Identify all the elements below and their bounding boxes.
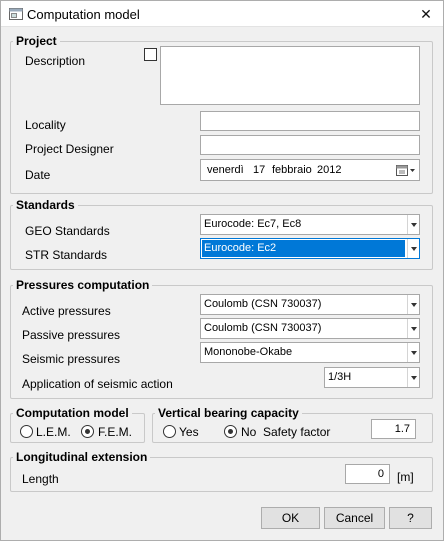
window-title: Computation model [27, 7, 140, 22]
str-standards-value: Eurocode: Ec2 [202, 240, 405, 257]
cancel-button[interactable]: Cancel [324, 507, 385, 529]
length-field[interactable]: 0 [345, 464, 390, 484]
str-standards-label: STR Standards [25, 248, 108, 262]
chevron-down-icon[interactable] [407, 295, 419, 314]
chevron-down-icon[interactable] [407, 215, 419, 234]
computation-model-legend: Computation model [16, 406, 129, 420]
calendar-icon[interactable] [396, 164, 416, 177]
length-label: Length [22, 472, 59, 486]
active-pressures-select[interactable]: Coulomb (CSN 730037) [200, 294, 420, 315]
description-label: Description [25, 54, 86, 68]
lem-radio[interactable] [20, 425, 33, 438]
seismic-application-label: Application of seismic action [22, 377, 173, 391]
seismic-pressures-select[interactable]: Mononobe-Okabe [200, 342, 420, 363]
seismic-pressures-value: Mononobe-Okabe [204, 346, 293, 358]
geo-standards-select[interactable]: Eurocode: Ec7, Ec8 [200, 214, 420, 235]
chevron-down-icon[interactable] [407, 239, 419, 258]
chevron-down-icon[interactable] [407, 343, 419, 362]
geo-standards-value: Eurocode: Ec7, Ec8 [204, 218, 302, 230]
description-field[interactable] [160, 46, 420, 105]
computation-model-dialog: Computation model ✕ Project Description … [0, 0, 444, 541]
seismic-application-select[interactable]: 1/3H [324, 367, 420, 388]
bearing-no-radio[interactable] [224, 425, 237, 438]
project-designer-field[interactable] [200, 135, 420, 155]
bearing-yes-label[interactable]: Yes [179, 425, 199, 439]
bearing-no-label[interactable]: No [241, 425, 256, 439]
lem-label[interactable]: L.E.M. [36, 425, 71, 439]
standards-legend: Standards [16, 198, 75, 212]
locality-field[interactable] [200, 111, 420, 131]
geo-standards-label: GEO Standards [25, 224, 110, 238]
description-checkbox[interactable] [144, 48, 157, 61]
chevron-down-icon[interactable] [407, 319, 419, 338]
seismic-application-value: 1/3H [328, 371, 352, 383]
date-weekday[interactable]: venerdì [207, 164, 244, 176]
close-button[interactable]: ✕ [409, 1, 443, 27]
active-pressures-value: Coulomb (CSN 730037) [204, 298, 322, 310]
date-month[interactable]: febbraio [272, 164, 312, 176]
passive-pressures-label: Passive pressures [22, 328, 121, 342]
str-standards-select[interactable]: Eurocode: Ec2 [200, 238, 420, 259]
project-designer-label: Project Designer [25, 142, 114, 156]
date-year[interactable]: 2012 [317, 164, 341, 176]
bearing-yes-radio[interactable] [163, 425, 176, 438]
fem-label[interactable]: F.E.M. [98, 425, 132, 439]
seismic-pressures-label: Seismic pressures [22, 352, 121, 366]
passive-pressures-value: Coulomb (CSN 730037) [204, 322, 322, 334]
active-pressures-label: Active pressures [22, 304, 111, 318]
date-label: Date [25, 168, 51, 182]
safety-factor-label: Safety factor [263, 425, 331, 439]
pressures-legend: Pressures computation [16, 278, 150, 292]
vertical-bearing-legend: Vertical bearing capacity [158, 406, 299, 420]
date-picker[interactable]: venerdì 17 febbraio 2012 [200, 159, 420, 181]
help-button[interactable]: ? [389, 507, 432, 529]
window-icon [9, 8, 23, 20]
project-legend: Project [16, 34, 57, 48]
close-icon: ✕ [420, 6, 432, 22]
title-bar: Computation model ✕ [1, 1, 443, 27]
longitudinal-legend: Longitudinal extension [16, 450, 148, 464]
date-day[interactable]: 17 [253, 164, 265, 176]
ok-button[interactable]: OK [261, 507, 320, 529]
safety-factor-field[interactable]: 1.7 [371, 419, 416, 439]
locality-label: Locality [25, 118, 66, 132]
chevron-down-icon[interactable] [407, 368, 419, 387]
fem-radio[interactable] [81, 425, 94, 438]
passive-pressures-select[interactable]: Coulomb (CSN 730037) [200, 318, 420, 339]
length-unit: [m] [397, 470, 414, 484]
